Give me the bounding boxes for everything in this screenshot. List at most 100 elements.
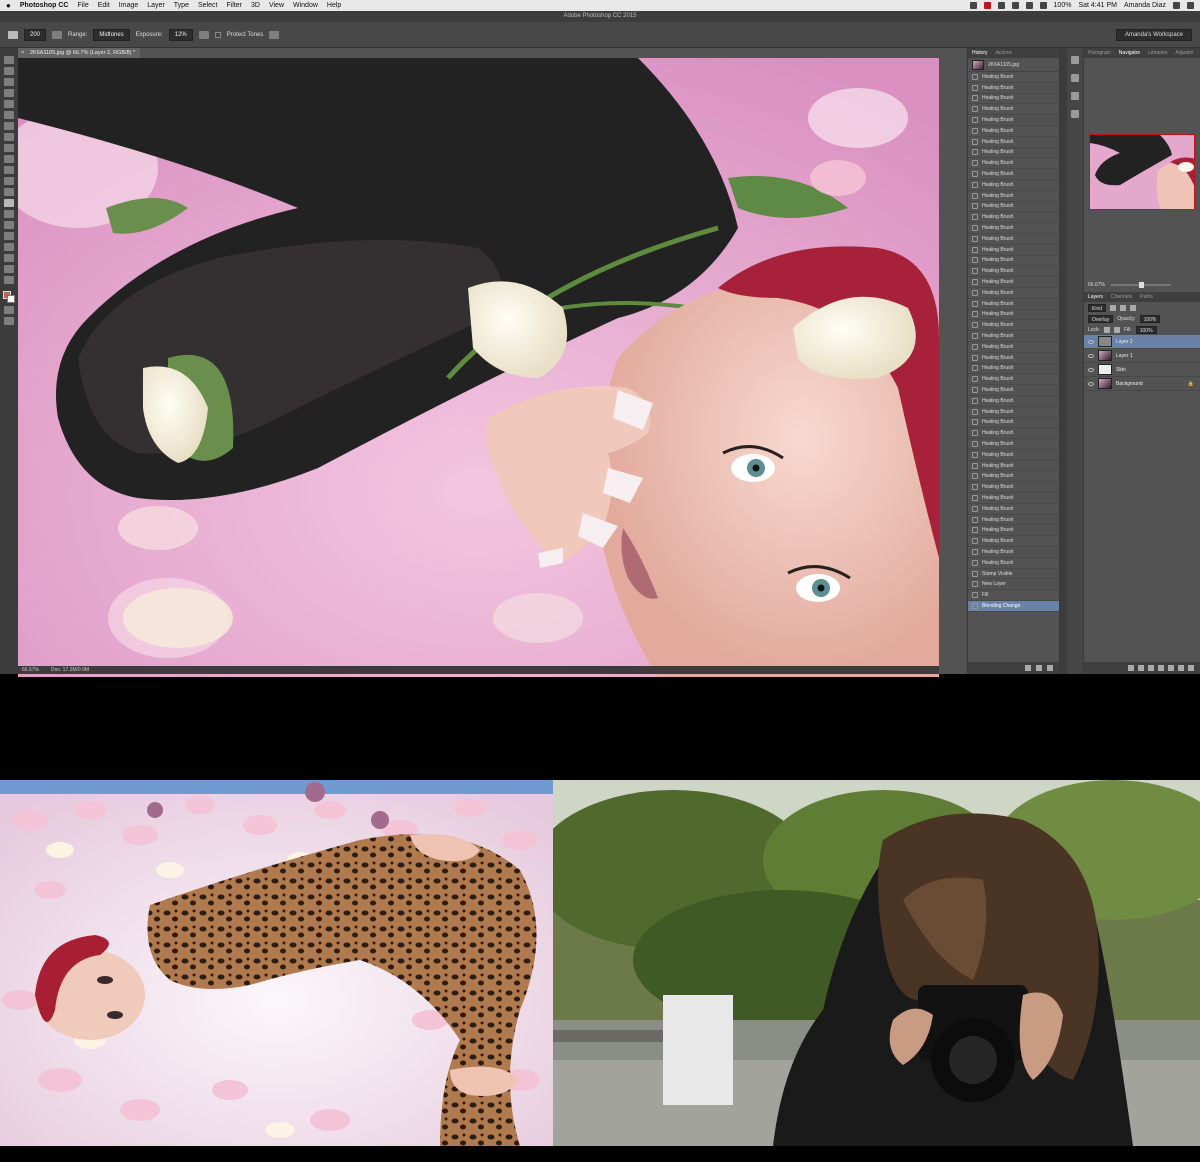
history-step[interactable]: Healing Brush [968,428,1059,440]
layer-row-layer-1[interactable]: Layer 1 [1084,349,1200,363]
wifi-icon[interactable] [1025,2,1033,9]
layer-kind-filter[interactable]: Kind [1088,303,1107,312]
link-layers-icon[interactable] [1128,665,1134,671]
menu-window[interactable]: Window [293,2,318,9]
healing-brush-tool-icon[interactable] [4,122,14,130]
visibility-eye-icon[interactable] [1088,367,1094,372]
status-doc-info[interactable]: Doc: 17.2M/0.9M [51,666,89,674]
history-step[interactable]: Healing Brush [968,299,1059,310]
navigator-zoom-value[interactable]: 66.67% [1088,282,1105,288]
brush-tool-icon[interactable] [4,133,14,141]
history-step[interactable]: Healing Brush [968,126,1059,137]
history-step[interactable]: Healing Brush [968,515,1059,526]
tab-histogram[interactable]: Histogram [1088,48,1111,58]
type-tool-icon[interactable] [4,221,14,229]
notification-center-icon[interactable] [1187,2,1194,9]
history-step[interactable]: Healing Brush [968,288,1059,299]
pen-tool-icon[interactable] [4,210,14,218]
new-layer-icon[interactable] [1178,665,1184,671]
history-step[interactable]: Healing Brush [968,223,1059,234]
menu-view[interactable]: View [269,2,284,9]
tab-actions[interactable]: Actions [996,48,1012,58]
add-mask-icon[interactable] [1148,665,1154,671]
new-group-icon[interactable] [1168,665,1174,671]
history-step[interactable]: Healing Brush [968,104,1059,116]
history-step[interactable]: Stamp Visible [968,569,1059,580]
history-step[interactable]: Healing Brush [968,331,1059,342]
layer-row-background[interactable]: Background 🔒 [1084,377,1200,391]
actions-panel-icon[interactable] [1071,74,1079,82]
history-step[interactable]: Healing Brush [968,256,1059,267]
menu-select[interactable]: Select [198,2,217,9]
history-step[interactable]: Healing Brush [968,558,1059,569]
menu-image[interactable]: Image [119,2,138,9]
history-step[interactable]: Healing Brush [968,493,1059,504]
history-step[interactable]: Healing Brush [968,245,1059,256]
adjustment-layer-icon[interactable] [1158,665,1164,671]
history-step[interactable]: Healing Brush [968,407,1059,418]
history-step[interactable]: Healing Brush [968,94,1059,105]
menu-edit[interactable]: Edit [98,2,110,9]
history-step[interactable]: Healing Brush [968,277,1059,288]
visibility-eye-icon[interactable] [1088,381,1094,386]
history-step[interactable]: Healing Brush [968,266,1059,278]
color-swatches[interactable] [3,291,15,303]
zoom-slider-knob[interactable] [1138,282,1144,288]
history-step[interactable]: Healing Brush [968,353,1059,364]
properties-panel-icon[interactable] [1071,110,1079,118]
tab-channels[interactable]: Channels [1111,292,1132,302]
shape-tool-icon[interactable] [4,243,14,251]
brush-panel-icon[interactable] [52,30,63,39]
history-step[interactable]: Healing Brush [968,374,1059,386]
menu-type[interactable]: Type [174,2,189,9]
history-step[interactable]: Healing Brush [968,158,1059,170]
filter-type-icon[interactable] [1130,304,1137,311]
protect-tones-checkbox[interactable] [214,31,221,38]
pressure-size-icon[interactable] [269,30,280,39]
path-select-tool-icon[interactable] [4,232,14,240]
fill-input[interactable]: 100% [1135,325,1157,334]
opacity-input[interactable]: 100% [1139,314,1161,323]
menubar-clock[interactable]: Sat 4:41 PM [1078,2,1117,9]
history-step[interactable]: Healing Brush [968,536,1059,548]
history-step[interactable]: Healing Brush [968,385,1059,396]
exposure-input[interactable]: 12% [168,28,193,41]
quick-mask-icon[interactable] [4,306,14,314]
filter-adjust-icon[interactable] [1120,304,1127,311]
menu-file[interactable]: File [77,2,88,9]
more-tools-icon[interactable] [4,276,14,284]
lock-position-icon[interactable] [1113,326,1120,333]
menu-filter[interactable]: Filter [226,2,242,9]
navigator-thumbnail[interactable] [1089,134,1195,210]
history-step[interactable]: Fill [968,590,1059,602]
new-document-from-state-icon[interactable] [1025,665,1031,671]
history-step[interactable]: Healing Brush [968,83,1059,94]
history-step[interactable]: Healing Brush [968,169,1059,180]
zoom-tool-icon[interactable] [4,265,14,273]
volume-icon[interactable] [1039,2,1047,9]
history-step[interactable]: Healing Brush [968,72,1059,83]
lock-pixels-icon[interactable] [1103,326,1110,333]
tab-navigator[interactable]: Navigator [1119,48,1140,58]
history-step[interactable]: Healing Brush [968,137,1059,148]
history-step[interactable]: Healing Brush [968,212,1059,224]
workspace-switcher[interactable]: Amanda's Workspace [1115,28,1192,41]
history-step[interactable]: Healing Brush [968,418,1059,429]
info-panel-icon[interactable] [1071,92,1079,100]
tab-history[interactable]: History [972,48,988,58]
blend-mode-select[interactable]: Overlay [1088,314,1114,323]
menu-help[interactable]: Help [327,2,341,9]
history-panel-icon[interactable] [1071,56,1079,64]
history-step[interactable]: Healing Brush [968,364,1059,375]
tab-paths[interactable]: Paths [1140,292,1153,302]
apple-menu-icon[interactable]: ● [6,1,11,10]
delete-layer-icon[interactable] [1188,665,1194,671]
clone-stamp-tool-icon[interactable] [4,144,14,152]
history-step[interactable]: Healing Brush [968,525,1059,537]
document-tab[interactable]: × 2K6A1105.jpg @ 66.7% (Layer 2, RGB/8) … [18,48,140,58]
history-step[interactable]: Healing Brush [968,342,1059,353]
menu-layer[interactable]: Layer [147,2,165,9]
history-step[interactable]: Healing Brush [968,202,1059,213]
airbrush-icon[interactable] [198,30,209,39]
screen-mode-icon[interactable] [4,317,14,325]
